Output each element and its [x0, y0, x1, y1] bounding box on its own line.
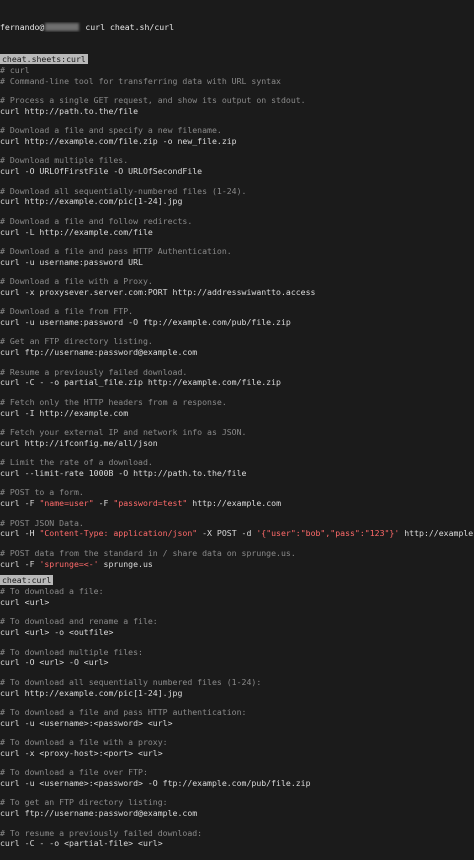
comment-line: # Download multiple files. [0, 155, 129, 166]
comment-line: # POST JSON Data. [0, 517, 84, 528]
command-text: http://example.com [404, 528, 474, 539]
comment-line: # Download a file and pass HTTP Authenti… [0, 245, 232, 256]
comment-line: # Download a file with a Proxy. [0, 276, 153, 287]
comment-line: # Get an FTP directory listing. [0, 336, 153, 347]
command-line: curl --limit-rate 1000B -O http://path.t… [0, 468, 247, 479]
command-line: curl http://example.com/file.zip -o new_… [0, 135, 237, 146]
command-line: curl -u <username>:<password> -O ftp://e… [0, 778, 311, 789]
comment-line: # To download a file over FTP: [0, 767, 148, 778]
command-text: sprunge.us [98, 558, 153, 569]
string-literal: "name=user" [39, 498, 94, 509]
command-line: curl http://example.com/pic[1-24].jpg [0, 687, 183, 698]
comment-line: # To download all sequentially numbered … [0, 676, 262, 687]
comment-line: # Download a file and follow redirects. [0, 215, 193, 226]
command-line: curl ftp://username:password@example.com [0, 347, 198, 358]
command-text: curl -F [0, 558, 40, 569]
command-line: curl -C - -o partial_file.zip http://exa… [0, 377, 281, 388]
command-line: curl -x proxysever.server.com:PORT http:… [0, 286, 316, 297]
comment-line: # Fetch only the HTTP headers from a res… [0, 396, 227, 407]
command-line: curl -C - -o <partial-file> <url> [0, 838, 163, 849]
string-literal: "Content-Type: application/json" [39, 528, 198, 539]
prompt-line: fernando@ curl cheat.sh/curl [0, 22, 474, 33]
command-line: curl -O URLOfFirstFile -O URLOfSecondFil… [0, 166, 203, 177]
section-badge: cheat:curl [0, 575, 54, 586]
command-line: curl <url> [0, 596, 50, 607]
comment-line: # Download a file from FTP. [0, 306, 134, 317]
comment-line: # Resume a previously failed download. [0, 366, 188, 377]
command-text: http://example.com [187, 498, 282, 509]
comment-line: # Limit the rate of a download. [0, 457, 153, 468]
comment-line: # curl [0, 64, 30, 75]
comment-line: # To get an FTP directory listing: [0, 797, 168, 808]
comment-line: # To download a file: [0, 586, 104, 597]
command-text: curl -H [0, 528, 40, 539]
command-text: curl -F [0, 498, 40, 509]
string-literal: "password=test" [113, 498, 188, 509]
comment-line: # Process a single GET request, and show… [0, 94, 306, 105]
command-line: curl http://example.com/pic[1-24].jpg [0, 196, 183, 207]
command-line: curl -O <url> -O <url> [0, 657, 109, 668]
comment-line: # To download a file and pass HTTP authe… [0, 706, 247, 717]
command-line: curl ftp://username:password@example.com [0, 808, 198, 819]
command-line: curl -H "Content-Type: application/json"… [0, 528, 474, 539]
section-header: cheat.sheets:curl [0, 53, 474, 65]
comment-line: # To download multiple files: [0, 646, 143, 657]
comment-line: # To resume a previously failed download… [0, 827, 203, 838]
command-line: curl -L http://example.com/file [0, 226, 153, 237]
prompt-user: fernando@ [0, 21, 45, 32]
command-line: curl -u username:password -O ftp://examp… [0, 317, 291, 328]
command-line: curl <url> -o <outfile> [0, 627, 114, 638]
string-literal: 'sprunge=<-' [39, 558, 99, 569]
command-line: curl -I http://example.com [0, 407, 129, 418]
comment-line: # Fetch your external IP and network inf… [0, 427, 247, 438]
section-badge: cheat.sheets:curl [0, 53, 88, 64]
command-line: curl -x <proxy-host>:<port> <url> [0, 747, 163, 758]
prompt-command: curl cheat.sh/curl [85, 21, 175, 32]
redacted-hostname [45, 23, 80, 32]
comment-line: # To download a file with a proxy: [0, 737, 168, 748]
command-line: curl -u username:password URL [0, 256, 143, 267]
comment-line: # POST to a form. [0, 487, 84, 498]
command-text: -F [93, 498, 114, 509]
terminal-window[interactable]: fernando@ curl cheat.sh/curl cheat.sheet… [0, 0, 474, 848]
comment-line: # To download and rename a file: [0, 616, 158, 627]
command-line: curl -F 'sprunge=<-' sprunge.us [0, 559, 474, 570]
output-area: cheat.sheets:curl # curl # Command-line to… [0, 53, 474, 849]
comment-line: # POST data from the standard in / share… [0, 547, 296, 558]
comment-line: # Command-line tool for transferring dat… [0, 75, 281, 86]
comment-line: # Download all sequentially-numbered fil… [0, 185, 247, 196]
command-line: curl http://path.to.the/file [0, 105, 139, 116]
string-literal: '{"user":"bob","pass":"123"}' [256, 528, 400, 539]
command-text: -X POST -d [197, 528, 257, 539]
section-header: cheat:curl [0, 575, 474, 586]
command-line: curl http://ifconfig.me/all/json [0, 437, 158, 448]
command-line: curl -u <username>:<password> <url> [0, 717, 173, 728]
comment-line: # Download a file and specify a new file… [0, 125, 222, 136]
command-line: curl -F "name=user" -F "password=test" h… [0, 498, 474, 509]
